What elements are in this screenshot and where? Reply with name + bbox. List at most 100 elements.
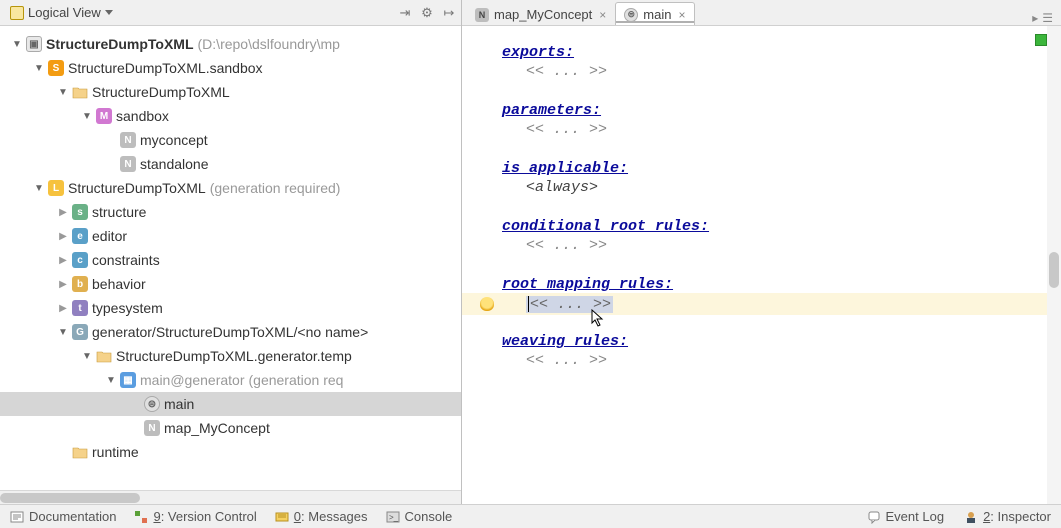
section-root-mapping-rules: root mapping rules: <box>502 276 1061 293</box>
twisty-icon[interactable] <box>56 327 70 338</box>
tree-row-language[interactable]: L StructureDumpToXML (generation require… <box>0 176 461 200</box>
panel-header: Logical View ⇥ ⚙ ↦ <box>0 0 461 26</box>
tree-row-sandbox-folder[interactable]: StructureDumpToXML <box>0 80 461 104</box>
twisty-icon[interactable] <box>56 303 70 314</box>
node-label: StructureDumpToXML <box>68 180 206 196</box>
twisty-icon[interactable] <box>32 63 46 74</box>
tab-list-icon[interactable]: ☰ <box>1042 11 1053 25</box>
scrollbar-thumb[interactable] <box>1049 252 1059 288</box>
tree-row-sandbox-model[interactable]: M sandbox <box>0 104 461 128</box>
twisty-icon[interactable] <box>56 231 70 242</box>
status-label: Event Log <box>886 509 945 524</box>
tree-row-typesystem[interactable]: t typesystem <box>0 296 461 320</box>
tree-row-standalone[interactable]: N standalone <box>0 152 461 176</box>
twisty-icon[interactable] <box>56 87 70 98</box>
status-version-control[interactable]: 9: Version Control <box>134 509 256 524</box>
node-label: standalone <box>140 156 209 172</box>
editor-content[interactable]: exports: << ... >> parameters: << ... >>… <box>462 26 1061 504</box>
editor-tabs: N map_MyConcept × ⊜ main × ▸ ☰ <box>462 0 1061 26</box>
node-label: main@generator <box>140 372 245 388</box>
documentation-icon <box>10 510 24 524</box>
messages-icon <box>275 510 289 524</box>
twisty-icon[interactable] <box>56 255 70 266</box>
twisty-icon[interactable] <box>32 183 46 194</box>
gear-icon[interactable]: ⚙ <box>419 5 435 21</box>
node-label: behavior <box>92 276 146 292</box>
twisty-icon[interactable] <box>104 375 118 386</box>
scroll-from-source-icon[interactable]: ⇥ <box>397 5 413 21</box>
collapse-icon[interactable]: ↦ <box>441 5 457 21</box>
console-icon: >_ <box>386 510 400 524</box>
solution-icon: S <box>48 60 64 76</box>
tree-row-editor[interactable]: e editor <box>0 224 461 248</box>
active-editor-line[interactable]: << ... >> <box>462 293 1061 315</box>
status-label: 0: Messages <box>294 509 368 524</box>
tree-row-structure[interactable]: s structure <box>0 200 461 224</box>
vcs-icon <box>134 510 148 524</box>
tree-row-main[interactable]: ⊜ main <box>0 392 461 416</box>
twisty-icon[interactable] <box>80 111 94 122</box>
inspector-icon <box>964 510 978 524</box>
tree-row-constraints[interactable]: c constraints <box>0 248 461 272</box>
folder-icon <box>96 348 112 364</box>
tree-row-root[interactable]: ▣ StructureDumpToXML (D:\repo\dslfoundry… <box>0 32 461 56</box>
placeholder-cell[interactable]: << ... >> <box>526 121 1061 138</box>
tree-row-runtime[interactable]: runtime <box>0 440 461 464</box>
node-label: map_MyConcept <box>164 420 270 436</box>
placeholder-cell[interactable]: << ... >> <box>526 237 1061 254</box>
chevron-down-icon <box>105 10 113 15</box>
status-event-log[interactable]: Event Log <box>867 509 945 524</box>
tree-row-generator[interactable]: G generator/StructureDumpToXML/<no name> <box>0 320 461 344</box>
placeholder-cell[interactable]: << ... >> <box>526 63 1061 80</box>
project-tree[interactable]: ▣ StructureDumpToXML (D:\repo\dslfoundry… <box>0 26 461 490</box>
status-label: Documentation <box>29 509 116 524</box>
node-label: sandbox <box>116 108 169 124</box>
tab-label: main <box>643 7 671 22</box>
tree-row-gen-templates[interactable]: StructureDumpToXML.generator.temp <box>0 344 461 368</box>
view-selector[interactable]: Logical View <box>4 3 119 22</box>
tree-row-map-myconcept[interactable]: N map_MyConcept <box>0 416 461 440</box>
mapping-config-icon: ⊜ <box>624 8 638 22</box>
status-messages[interactable]: 0: Messages <box>275 509 368 524</box>
close-icon[interactable]: × <box>678 8 685 22</box>
always-cell[interactable]: <always> <box>526 179 1061 196</box>
placeholder-cell[interactable]: << ... >> <box>526 352 1061 369</box>
tab-arrow-right-icon[interactable]: ▸ <box>1032 11 1038 25</box>
view-selector-label: Logical View <box>28 5 101 20</box>
scrollbar-thumb[interactable] <box>0 493 140 503</box>
node-label: myconcept <box>140 132 208 148</box>
node-suffix: (generation required) <box>210 180 341 196</box>
twisty-icon[interactable] <box>80 351 94 362</box>
status-documentation[interactable]: Documentation <box>10 509 116 524</box>
aspect-icon: e <box>72 228 88 244</box>
node-suffix: (D:\repo\dslfoundry\mp <box>198 36 340 52</box>
node-label: StructureDumpToXML <box>46 36 194 52</box>
horizontal-scrollbar[interactable] <box>0 490 461 504</box>
status-console[interactable]: >_ Console <box>386 509 453 524</box>
tab-map-myconcept[interactable]: N map_MyConcept × <box>466 2 615 25</box>
node-suffix: (generation req <box>249 372 344 388</box>
close-icon[interactable]: × <box>599 8 606 22</box>
node-label: main <box>164 396 194 412</box>
selected-placeholder-cell[interactable]: << ... >> <box>526 296 613 313</box>
vertical-scrollbar[interactable] <box>1047 26 1061 504</box>
aspect-icon: t <box>72 300 88 316</box>
tree-row-myconcept[interactable]: N myconcept <box>0 128 461 152</box>
status-label: 9: Version Control <box>153 509 256 524</box>
aspect-icon: b <box>72 276 88 292</box>
status-inspector[interactable]: 2: Inspector <box>964 509 1051 524</box>
inspection-status-icon[interactable] <box>1035 34 1047 46</box>
twisty-icon[interactable] <box>56 207 70 218</box>
intention-bulb-icon[interactable] <box>480 297 494 311</box>
section-parameters: parameters: <box>502 102 1061 119</box>
tab-label: map_MyConcept <box>494 7 592 22</box>
tree-row-main-generator[interactable]: ▦ main@generator (generation req <box>0 368 461 392</box>
svg-text:>_: >_ <box>389 513 399 522</box>
generator-icon: G <box>72 324 88 340</box>
node-icon: N <box>475 8 489 22</box>
twisty-icon[interactable] <box>10 39 24 50</box>
tab-main[interactable]: ⊜ main × <box>615 2 694 25</box>
twisty-icon[interactable] <box>56 279 70 290</box>
tree-row-behavior[interactable]: b behavior <box>0 272 461 296</box>
tree-row-sandbox-solution[interactable]: S StructureDumpToXML.sandbox <box>0 56 461 80</box>
